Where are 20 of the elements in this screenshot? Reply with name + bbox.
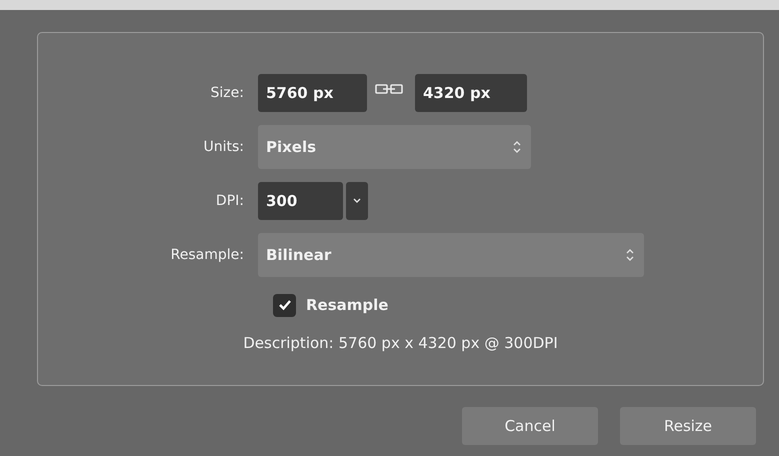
units-label: Units: (202, 139, 245, 155)
resample-label: Resample: (170, 247, 245, 263)
resample-checkbox[interactable] (273, 294, 296, 316)
dpi-label: DPI: (214, 193, 245, 209)
width-field[interactable]: 5760 px (258, 74, 367, 112)
chevron-down-icon (353, 198, 361, 204)
checkmark-icon (278, 299, 292, 311)
units-select[interactable]: Pixels (258, 125, 531, 169)
updown-icon (626, 248, 634, 262)
resample-select[interactable]: Bilinear (258, 233, 644, 277)
dpi-field[interactable]: 300 (258, 182, 343, 220)
description-text: Description: 5760 px x 4320 px @ 300DPI (242, 334, 559, 352)
updown-icon (513, 140, 521, 154)
cancel-button[interactable]: Cancel (462, 407, 598, 445)
resample-checkbox-label[interactable]: Resample (306, 296, 388, 314)
size-label: Size: (210, 85, 245, 101)
link-icon[interactable] (375, 83, 403, 95)
height-field[interactable]: 4320 px (415, 74, 527, 112)
dropdown-button[interactable] (346, 182, 368, 220)
resize-button[interactable]: Resize (620, 407, 756, 445)
